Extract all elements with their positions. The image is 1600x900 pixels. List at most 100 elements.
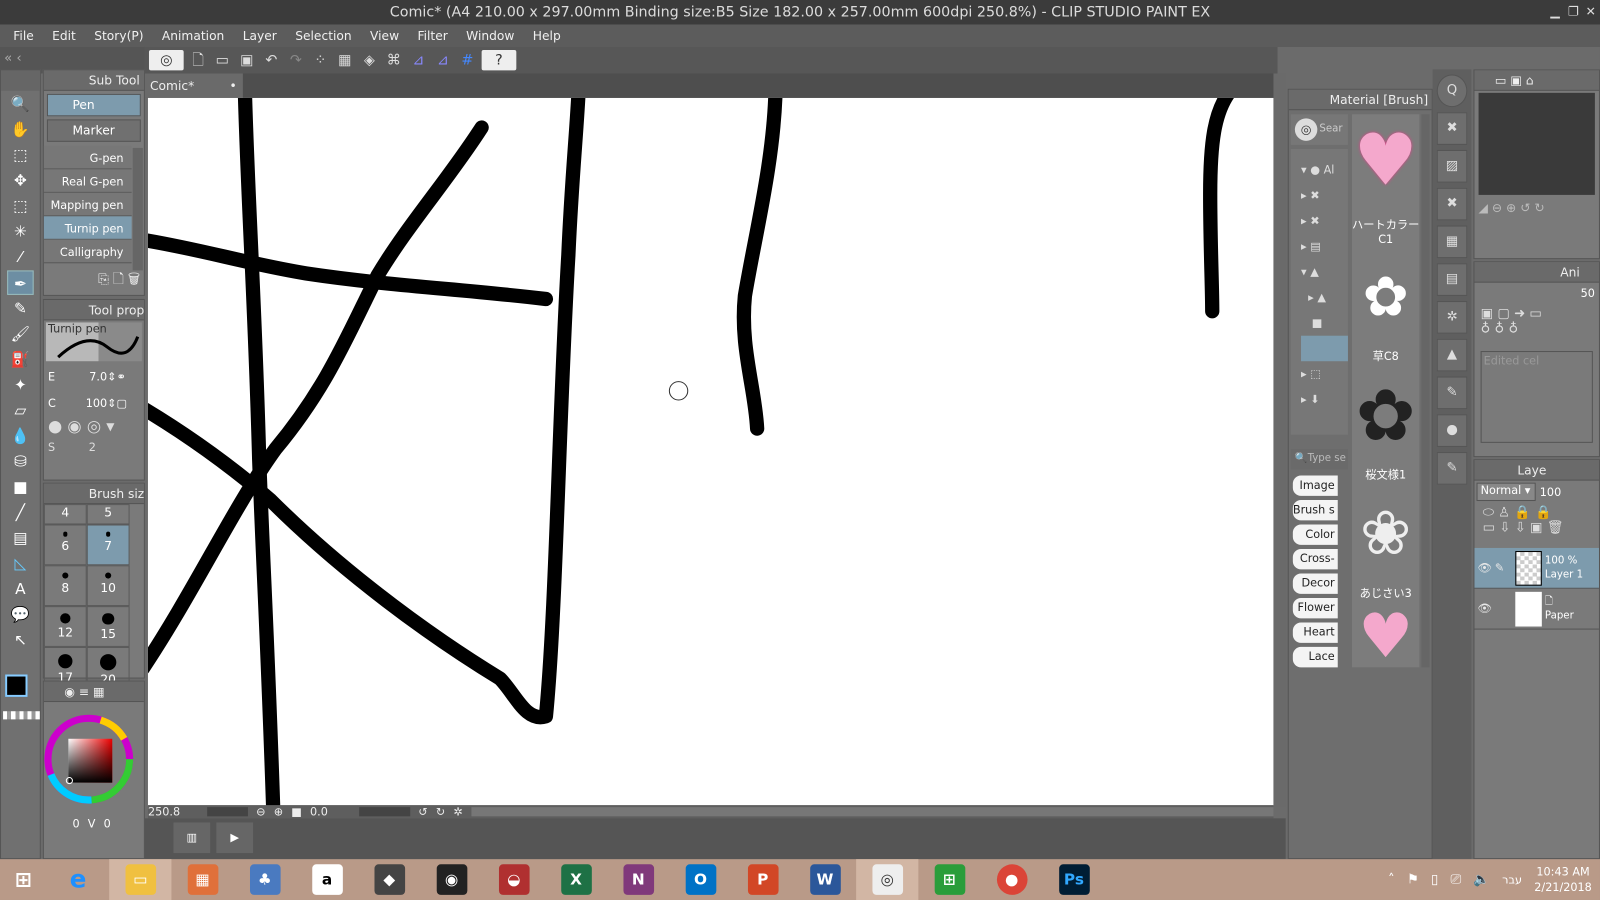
language-indicator[interactable]: עבר xyxy=(1502,873,1522,886)
taskbar-ie[interactable]: e xyxy=(47,859,109,900)
taskbar-paint[interactable]: ▦ xyxy=(171,859,233,900)
pencil-tool-icon[interactable]: ✎ xyxy=(7,296,34,320)
taskbar-amazon[interactable]: a xyxy=(296,859,358,900)
layer-opacity[interactable]: 100 xyxy=(1540,485,1561,498)
folder-icon[interactable]: ✎ xyxy=(1436,452,1468,485)
taskbar-chrome[interactable]: ● xyxy=(981,859,1043,900)
brush-size-12[interactable]: 12 xyxy=(43,606,87,647)
menu-window[interactable]: Window xyxy=(457,24,524,46)
folder-icon[interactable]: ✖ xyxy=(1436,187,1468,221)
pen-tool-icon[interactable]: ✒ xyxy=(7,270,34,295)
layer-tools[interactable]: ⬭ ♙ 🔒 🔒 ▭ ⇩ ⇩ ▣ 🗑 xyxy=(1474,503,1598,548)
close-tab-icon[interactable]: • xyxy=(230,73,237,97)
clear-selection-icon[interactable]: ⁘ xyxy=(310,50,330,70)
zoom-tool-icon[interactable]: 🔍 xyxy=(7,92,34,116)
balloon-tool-icon[interactable]: 💬 xyxy=(7,602,34,626)
selection-tool-icon[interactable]: ⬚ xyxy=(7,194,34,218)
brush-size-15[interactable]: 15 xyxy=(86,606,130,647)
maximize-button[interactable]: ❐ xyxy=(1565,3,1581,19)
transform-icon[interactable]: ⌘ xyxy=(384,50,404,70)
redo-icon[interactable]: ↷ xyxy=(286,50,306,70)
material-heart-image[interactable]: ♥ xyxy=(1352,114,1419,216)
decoration-tool-icon[interactable]: ✦ xyxy=(7,372,34,396)
animation-tab[interactable]: Ani xyxy=(1474,262,1599,283)
menu-layer[interactable]: Layer xyxy=(234,24,287,46)
clip-studio-icon[interactable]: ◎ xyxy=(148,49,184,71)
brush-real-g-pen[interactable]: Real G-pen xyxy=(43,169,132,193)
new-file-icon[interactable]: 🗋 xyxy=(188,50,208,70)
figure-tool-icon[interactable]: ╱ xyxy=(7,500,34,524)
brush-size-4[interactable]: 4 xyxy=(43,504,87,525)
text-tool-icon[interactable]: A xyxy=(7,577,34,601)
opacity-box-icon[interactable]: ▢ xyxy=(117,396,128,409)
brush-calligraphy[interactable]: Calligraphy xyxy=(43,239,132,264)
menu-help[interactable]: Help xyxy=(524,24,570,46)
opacity-spinner[interactable]: ⇕ xyxy=(107,396,116,409)
layer-row[interactable]: 👁 ✎ 100 % Layer 1 xyxy=(1474,547,1599,589)
taskbar-app-2[interactable]: ◒ xyxy=(483,859,545,900)
layer-row[interactable]: 👁 🗋 Paper xyxy=(1474,589,1599,630)
magic-wand-icon[interactable]: ✳ xyxy=(7,219,34,243)
brush-size-6[interactable]: 6 xyxy=(43,524,87,566)
operation-tool-icon[interactable]: ⬚ xyxy=(7,143,34,167)
hand-tool-icon[interactable]: ✋ xyxy=(7,117,34,141)
minimize-button[interactable]: ▁ xyxy=(1547,3,1563,19)
transparent-color-swatch[interactable] xyxy=(3,711,40,720)
material-tag[interactable]: Lace xyxy=(1292,646,1338,668)
s-value[interactable]: 2 xyxy=(89,441,96,454)
show-hidden-icons[interactable]: ˄ xyxy=(1388,872,1395,887)
material-tag[interactable]: Image xyxy=(1292,475,1338,496)
size-value[interactable]: 7.0 xyxy=(77,370,107,383)
open-folder-icon[interactable]: ▭ xyxy=(212,50,232,70)
taskbar-excel[interactable]: X xyxy=(545,859,607,900)
taskbar-photoshop[interactable]: Ps xyxy=(1043,859,1105,900)
sub-tool-group-marker[interactable]: Marker xyxy=(46,119,141,142)
material-tag[interactable]: Heart xyxy=(1292,622,1338,643)
drawing-canvas[interactable] xyxy=(147,97,1274,807)
menu-view[interactable]: View xyxy=(361,24,408,46)
taskbar-device[interactable]: ◆ xyxy=(358,859,420,900)
taskbar-powerpoint[interactable]: P xyxy=(732,859,794,900)
material-tag[interactable]: Flower xyxy=(1292,597,1338,619)
taskbar-onenote[interactable]: N xyxy=(607,859,669,900)
reset-rotation-icon[interactable]: ✲ xyxy=(453,805,462,818)
zoom-in-icon[interactable]: ⊕ xyxy=(274,805,283,818)
menu-filter[interactable]: Filter xyxy=(408,24,457,46)
rotate-right-icon[interactable]: ↻ xyxy=(436,805,445,818)
sub-tool-group-pen[interactable]: Pen xyxy=(46,93,141,117)
save-icon[interactable]: ▣ xyxy=(237,50,257,70)
main-color-swatch[interactable] xyxy=(5,674,28,697)
sub-tool-scrollbar[interactable] xyxy=(132,147,143,271)
taskbar-camera[interactable]: ◉ xyxy=(420,859,482,900)
visibility-eye-icon[interactable]: 👁 xyxy=(1474,561,1494,574)
taskbar-word[interactable]: W xyxy=(794,859,856,900)
menu-file[interactable]: File xyxy=(4,24,43,46)
snap-special-ruler-icon[interactable]: ⊿ xyxy=(433,50,453,70)
material-tag[interactable]: Brush s xyxy=(1292,499,1338,521)
taskbar-app[interactable]: ♣ xyxy=(234,859,296,900)
gradient-tool-icon[interactable]: ■ xyxy=(7,474,34,498)
material-search-button[interactable]: ◎ Sear xyxy=(1290,114,1348,145)
fill-icon[interactable]: ◈ xyxy=(359,50,379,70)
blend-tool-icon[interactable]: 💧 xyxy=(7,423,34,447)
visibility-eye-icon[interactable]: 👁 xyxy=(1474,602,1494,615)
brush-turnip-pen[interactable]: Turnip pen xyxy=(43,216,132,240)
clock[interactable]: 10:43 AM 2/21/2018 xyxy=(1534,864,1592,895)
navigator-tabs[interactable]: ▭ ▣ ⌂ xyxy=(1474,70,1599,91)
fill-tool-icon[interactable]: ⛁ xyxy=(7,449,34,473)
brush-tool-icon[interactable]: 🖌 xyxy=(7,321,34,345)
menu-edit[interactable]: Edit xyxy=(43,24,85,46)
folder-icon[interactable]: ▤ xyxy=(1436,263,1468,296)
brush-size-5[interactable]: 5 xyxy=(86,504,130,525)
taskbar-store[interactable]: ⊞ xyxy=(918,859,980,900)
material-tree[interactable]: ▾ ● Al ▸ ✖ ▸ ✖ ▸ ▤ ▾ ▲ ▸ ▲ ■ ▸ ⬚ ▸ ⬇ xyxy=(1290,148,1348,435)
zoom-value[interactable]: 250.8 xyxy=(148,805,199,818)
material-flower-image[interactable]: ✿ xyxy=(1352,246,1419,348)
document-tab[interactable]: Comic* • xyxy=(144,73,243,98)
material-heart-image-2[interactable]: ♥ xyxy=(1352,601,1419,667)
rotation-value[interactable]: 0.0 xyxy=(310,805,351,818)
canvas-vertical-scrollbar[interactable] xyxy=(1273,73,1286,807)
battery-icon[interactable]: ▯ xyxy=(1431,872,1438,887)
flag-icon[interactable]: ⚑ xyxy=(1407,872,1419,887)
layer-tab[interactable]: Laye xyxy=(1474,460,1599,481)
